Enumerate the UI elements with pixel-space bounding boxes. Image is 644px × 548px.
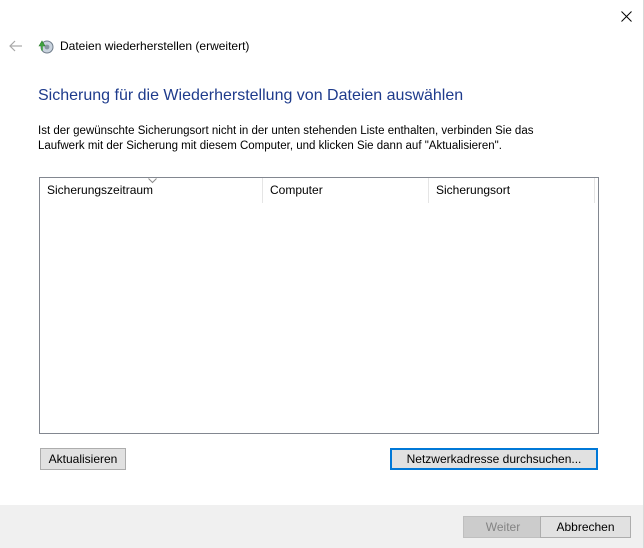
- cancel-button[interactable]: Abbrechen: [540, 516, 631, 538]
- backup-list[interactable]: Sicherungszeitraum Computer Sicherungsor…: [39, 177, 599, 434]
- column-label-backup-location: Sicherungsort: [436, 183, 511, 197]
- column-header-computer[interactable]: Computer: [263, 178, 429, 203]
- list-body[interactable]: [40, 203, 598, 433]
- instruction-text: Ist der gewünschte Sicherungsort nicht i…: [38, 125, 534, 152]
- column-header-backup-location[interactable]: Sicherungsort: [429, 178, 595, 203]
- browse-network-button[interactable]: Netzwerkadresse durchsuchen...: [390, 448, 598, 470]
- list-header: Sicherungszeitraum Computer Sicherungsor…: [40, 178, 598, 203]
- column-header-backup-period[interactable]: Sicherungszeitraum: [40, 178, 263, 203]
- window-title: Dateien wiederherstellen (erweitert): [60, 39, 250, 53]
- close-icon: [620, 10, 632, 22]
- next-button[interactable]: Weiter: [463, 516, 543, 538]
- page-heading: Sicherung für die Wiederherstellung von …: [38, 87, 464, 104]
- back-button[interactable]: [6, 36, 26, 56]
- refresh-button[interactable]: Aktualisieren: [40, 448, 126, 470]
- close-button[interactable]: [608, 0, 644, 32]
- column-label-computer: Computer: [270, 183, 323, 197]
- back-arrow-icon: [9, 40, 22, 52]
- restore-files-window: Dateien wiederherstellen (erweitert) Sic…: [0, 0, 644, 548]
- column-label-backup-period: Sicherungszeitraum: [47, 183, 154, 197]
- sort-descending-icon: [148, 178, 157, 184]
- restore-files-icon: [38, 40, 54, 54]
